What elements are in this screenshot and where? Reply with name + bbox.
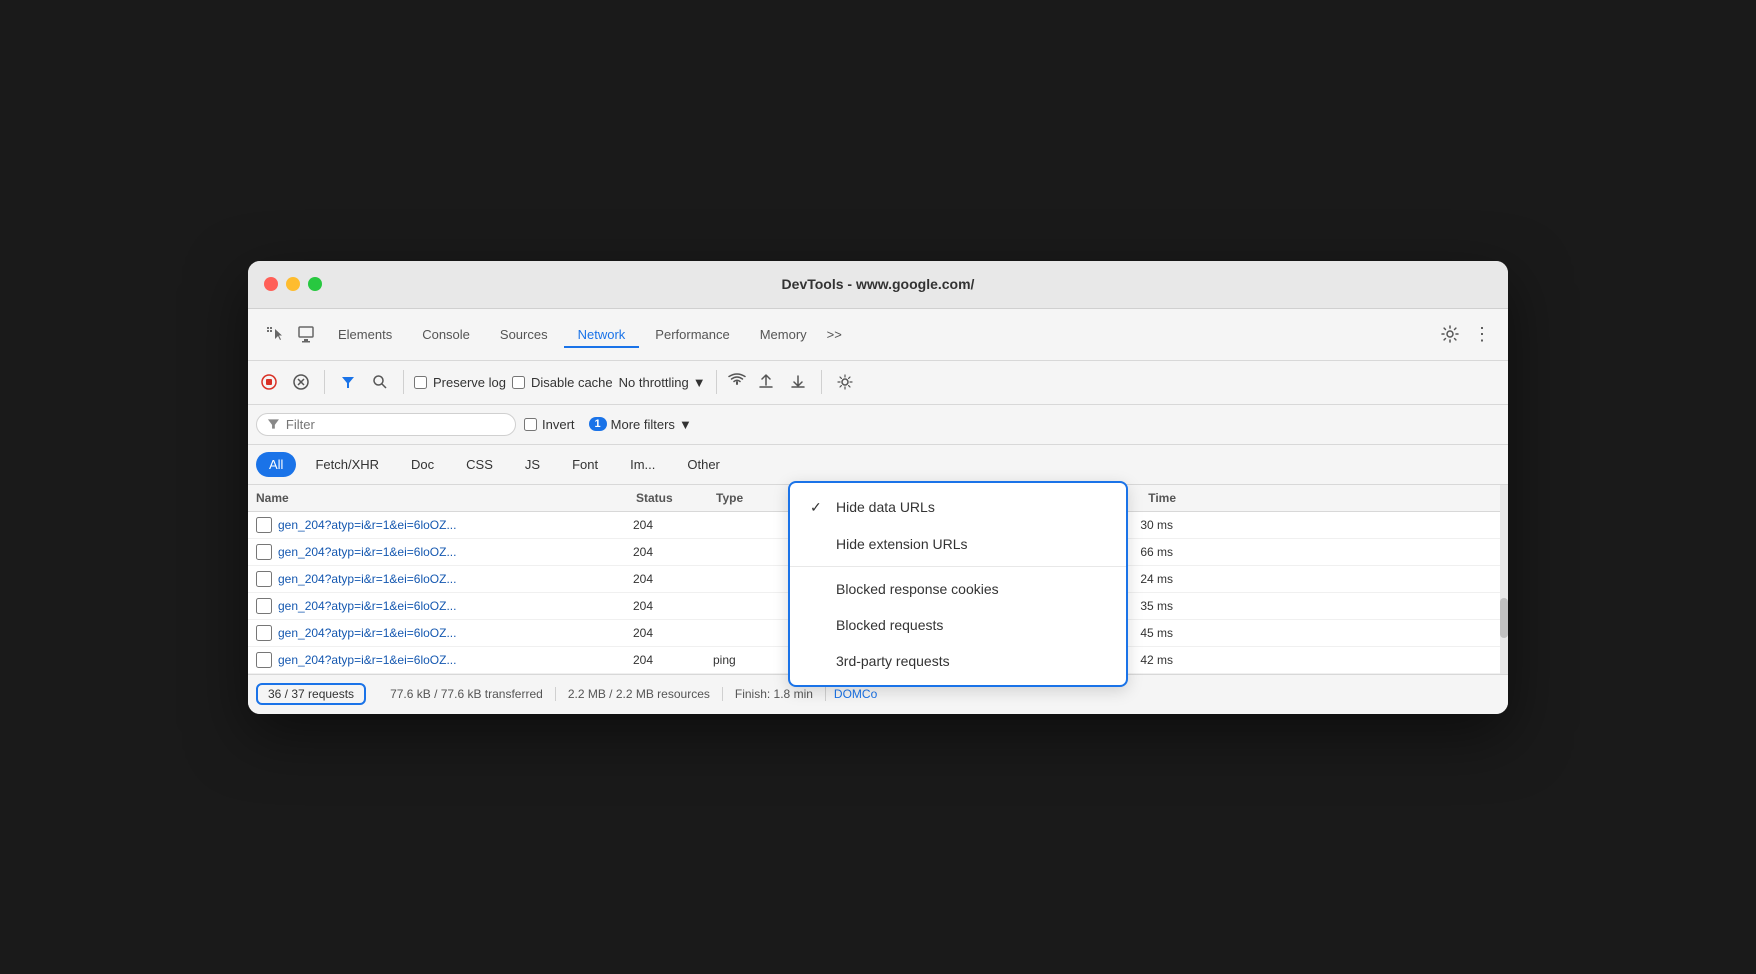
disable-cache-label[interactable]: Disable cache (512, 375, 613, 390)
dropdown-blocked-requests[interactable]: Blocked requests (790, 607, 1126, 643)
dropdown-blocked-response-cookies[interactable]: Blocked response cookies (790, 571, 1126, 607)
invert-label[interactable]: Invert (524, 417, 575, 432)
separator-2 (403, 370, 404, 394)
filter-bar: Invert 1 More filters ▼ (248, 405, 1508, 445)
row-checkbox-1[interactable] (256, 517, 272, 533)
tab-memory[interactable]: Memory (746, 321, 821, 348)
header-name: Name (256, 491, 636, 505)
close-button[interactable] (264, 277, 278, 291)
row-name-1: gen_204?atyp=i&r=1&ei=6loOZ... (278, 518, 633, 532)
type-img-button[interactable]: Im... (617, 452, 668, 477)
devtools-settings-button[interactable] (1436, 320, 1464, 348)
status-requests: 36 / 37 requests (256, 683, 366, 705)
type-fetchxhr-button[interactable]: Fetch/XHR (302, 452, 392, 477)
tab-network[interactable]: Network (564, 321, 640, 348)
scrollbar[interactable] (1500, 485, 1508, 674)
filter-input[interactable] (286, 417, 505, 432)
row-status-1: 204 (633, 518, 713, 532)
tab-console[interactable]: Console (408, 321, 484, 348)
scrollbar-thumb[interactable] (1500, 598, 1508, 638)
status-finish: Finish: 1.8 min (723, 687, 826, 701)
row-checkbox-3[interactable] (256, 571, 272, 587)
window-controls (264, 277, 322, 291)
row-status-4: 204 (633, 599, 713, 613)
window-title: DevTools - www.google.com/ (782, 276, 975, 292)
type-other-button[interactable]: Other (674, 452, 733, 477)
network-settings-button[interactable] (832, 369, 858, 395)
type-js-button[interactable]: JS (512, 452, 553, 477)
row-name-3: gen_204?atyp=i&r=1&ei=6loOZ... (278, 572, 633, 586)
dropdown-divider-1 (790, 566, 1126, 567)
upload-button[interactable] (753, 369, 779, 395)
row-status-2: 204 (633, 545, 713, 559)
status-domco[interactable]: DOMCo (834, 687, 877, 701)
disable-cache-checkbox[interactable] (512, 376, 525, 389)
minimize-button[interactable] (286, 277, 300, 291)
search-button[interactable] (367, 369, 393, 395)
row-status-5: 204 (633, 626, 713, 640)
type-font-button[interactable]: Font (559, 452, 611, 477)
row-checkbox-2[interactable] (256, 544, 272, 560)
status-resources: 2.2 MB / 2.2 MB resources (556, 687, 723, 701)
type-bar: All Fetch/XHR Doc CSS JS Font Im... Othe… (248, 445, 1508, 485)
network-toolbar: Preserve log Disable cache No throttling… (248, 361, 1508, 405)
cursor-icon[interactable] (260, 320, 288, 348)
row-checkbox-4[interactable] (256, 598, 272, 614)
download-button[interactable] (785, 369, 811, 395)
more-filters-button[interactable]: 1 More filters ▼ (583, 415, 698, 434)
main-toolbar: Elements Console Sources Network Perform… (248, 309, 1508, 361)
inspect-icon[interactable] (292, 320, 320, 348)
filter-button[interactable] (335, 369, 361, 395)
tab-performance[interactable]: Performance (641, 321, 743, 348)
type-all-button[interactable]: All (256, 452, 296, 477)
dropdown-hide-extension-urls[interactable]: Hide extension URLs (790, 526, 1126, 562)
separator-1 (324, 370, 325, 394)
row-checkbox-6[interactable] (256, 652, 272, 668)
clear-log-button[interactable] (288, 369, 314, 395)
row-name-6: gen_204?atyp=i&r=1&ei=6loOZ... (278, 653, 633, 667)
row-name-4: gen_204?atyp=i&r=1&ei=6loOZ... (278, 599, 633, 613)
check-icon: ✓ (810, 499, 826, 516)
row-status-3: 204 (633, 572, 713, 586)
devtools-window: DevTools - www.google.com/ Elements Cons… (248, 261, 1508, 714)
title-bar: DevTools - www.google.com/ (248, 261, 1508, 309)
status-transferred: 77.6 kB / 77.6 kB transferred (378, 687, 556, 701)
row-name-2: gen_204?atyp=i&r=1&ei=6loOZ... (278, 545, 633, 559)
tab-elements[interactable]: Elements (324, 321, 406, 348)
invert-checkbox[interactable] (524, 418, 537, 431)
preserve-log-checkbox[interactable] (414, 376, 427, 389)
header-status: Status (636, 491, 716, 505)
maximize-button[interactable] (308, 277, 322, 291)
devtools-menu-button[interactable]: ⋮ (1468, 320, 1496, 348)
dropdown-third-party-requests[interactable]: 3rd-party requests (790, 643, 1126, 679)
throttle-dropdown[interactable]: No throttling ▼ (619, 375, 706, 390)
row-name-5: gen_204?atyp=i&r=1&ei=6loOZ... (278, 626, 633, 640)
tab-sources[interactable]: Sources (486, 321, 562, 348)
tab-more-button[interactable]: >> (827, 327, 842, 342)
row-status-6: 204 (633, 653, 713, 667)
more-filters-dropdown: ✓ Hide data URLs Hide extension URLs Blo… (788, 481, 1128, 687)
wifi-icon[interactable] (727, 372, 747, 393)
filter-input-wrap (256, 413, 516, 436)
stop-recording-button[interactable] (256, 369, 282, 395)
more-filters-badge: 1 (589, 417, 607, 431)
tab-nav: Elements Console Sources Network Perform… (324, 321, 1432, 348)
preserve-log-label[interactable]: Preserve log (414, 375, 506, 390)
dropdown-hide-data-urls[interactable]: ✓ Hide data URLs (790, 489, 1126, 526)
type-doc-button[interactable]: Doc (398, 452, 447, 477)
row-checkbox-5[interactable] (256, 625, 272, 641)
separator-4 (821, 370, 822, 394)
separator-3 (716, 370, 717, 394)
type-css-button[interactable]: CSS (453, 452, 506, 477)
filter-funnel-icon (267, 417, 280, 431)
